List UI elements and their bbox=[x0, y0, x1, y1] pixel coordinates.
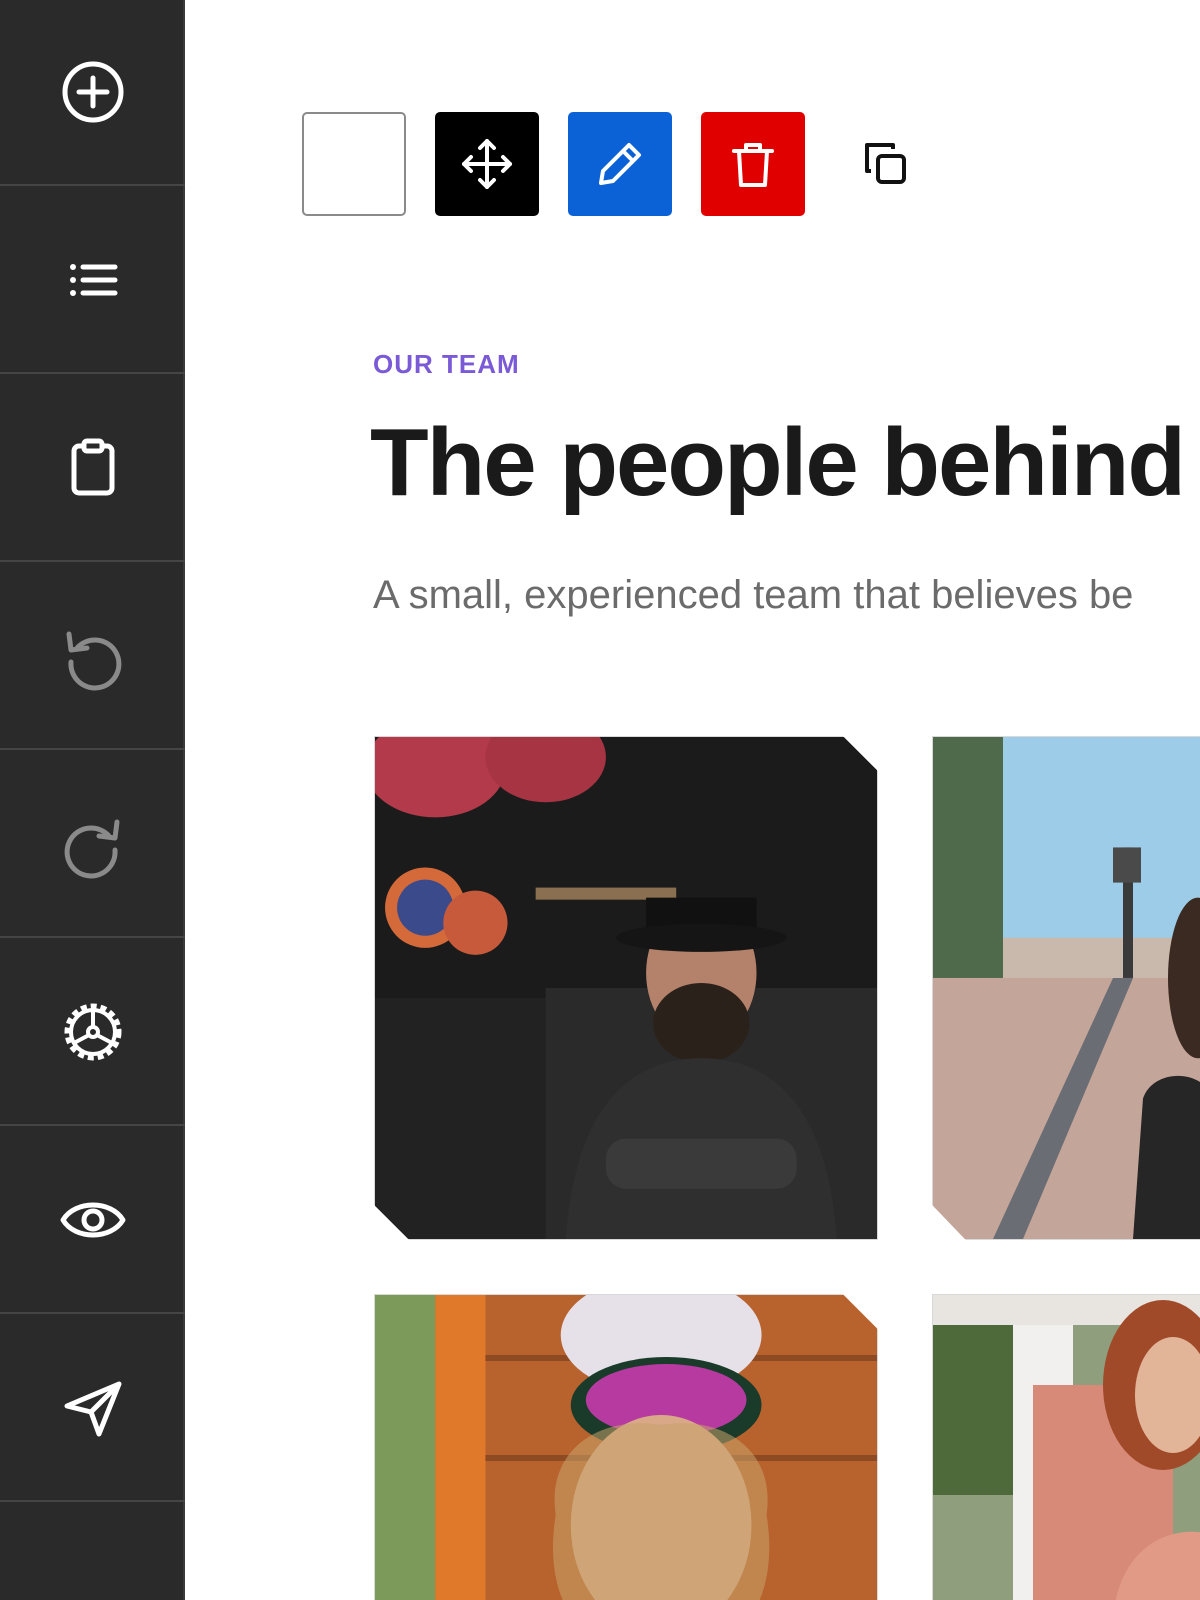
team-photo-4 bbox=[932, 1294, 1200, 1600]
redo-icon bbox=[64, 819, 119, 879]
settings-icon bbox=[64, 1003, 121, 1061]
clipboard-icon bbox=[71, 438, 114, 496]
select-block-button[interactable] bbox=[302, 112, 406, 216]
move-block-button[interactable] bbox=[435, 112, 539, 216]
move-icon bbox=[462, 139, 512, 189]
plus-circle-icon bbox=[62, 61, 123, 123]
preview-button[interactable] bbox=[0, 1128, 185, 1314]
edit-block-button[interactable] bbox=[568, 112, 672, 216]
add-block-button[interactable] bbox=[0, 0, 185, 186]
section-eyebrow: OUR TEAM bbox=[373, 349, 520, 379]
undo-icon bbox=[66, 631, 121, 691]
send-icon bbox=[64, 1381, 121, 1437]
editor-sidebar bbox=[0, 0, 185, 1600]
eye-icon bbox=[60, 1202, 125, 1238]
redo-button[interactable] bbox=[0, 752, 185, 938]
team-photo-1 bbox=[374, 736, 878, 1240]
publish-button[interactable] bbox=[0, 1316, 185, 1502]
duplicate-icon bbox=[865, 143, 906, 184]
trash-icon bbox=[732, 143, 774, 187]
duplicate-block-button[interactable] bbox=[834, 112, 938, 216]
team-photo-2 bbox=[932, 736, 1200, 1240]
pencil-icon bbox=[599, 143, 641, 185]
delete-block-button[interactable] bbox=[701, 112, 805, 216]
outline-button[interactable] bbox=[0, 188, 185, 374]
page-canvas: OUR TEAM The people behind A small, expe… bbox=[0, 0, 1200, 1600]
settings-button[interactable] bbox=[0, 940, 185, 1126]
clipboard-button[interactable] bbox=[0, 376, 185, 562]
list-icon bbox=[69, 264, 117, 296]
undo-button[interactable] bbox=[0, 564, 185, 750]
team-photo-3 bbox=[374, 1294, 878, 1600]
section-title: The people behind bbox=[370, 409, 1186, 516]
section-subtitle: A small, experienced team that believes … bbox=[373, 573, 1134, 617]
